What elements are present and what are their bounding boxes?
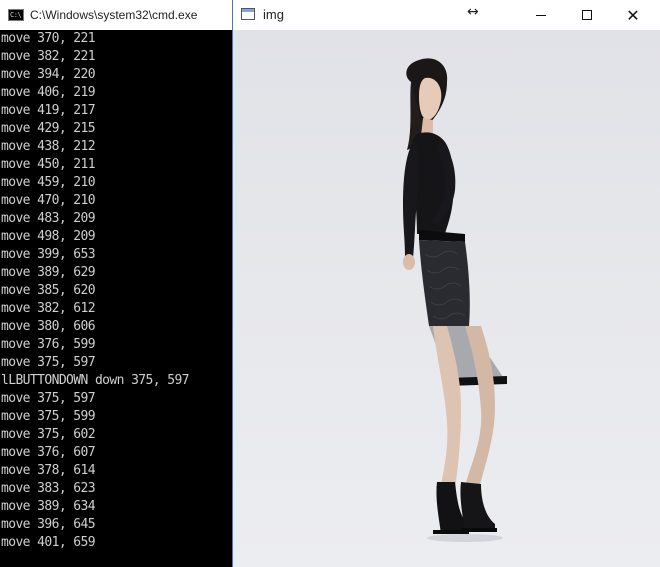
img-title-bar[interactable]: img ↔ ✕ [233, 0, 660, 30]
console-line: move 370, 221 [1, 31, 96, 46]
console-line: move 375, 597 [1, 391, 96, 406]
img-window-title: img [263, 7, 284, 22]
console-line: move 438, 212 [1, 139, 96, 154]
close-button[interactable]: ✕ [610, 0, 656, 30]
console-line: move 382, 221 [1, 49, 96, 64]
console-line: move 376, 607 [1, 445, 96, 460]
console-line: move 389, 634 [1, 499, 96, 514]
console-line: move 450, 211 [1, 157, 96, 172]
console-icon: C:\ [8, 9, 24, 21]
console-line: move 406, 219 [1, 85, 96, 100]
close-icon: ✕ [626, 5, 640, 25]
console-line: move 483, 209 [1, 211, 96, 226]
cmd-title-bar[interactable]: C:\ C:\Windows\system32\cmd.exe [0, 0, 232, 30]
console-line: move 419, 217 [1, 103, 96, 118]
maximize-icon [582, 10, 592, 20]
console-line: move 375, 599 [1, 409, 96, 424]
console-line: move 375, 597 [1, 355, 96, 370]
console-line: lLBUTTONDOWN down 375, 597 [1, 373, 190, 388]
minimize-button[interactable] [518, 0, 564, 30]
console-line: move 383, 623 [1, 481, 96, 496]
resize-horizontal-icon: ↔ [467, 4, 479, 20]
console-line: move 470, 210 [1, 193, 96, 208]
console-output: move 370, 221 move 382, 221 move 394, 220 m… [0, 30, 232, 552]
console-line: move 376, 599 [1, 337, 96, 352]
console-line: move 459, 210 [1, 175, 96, 190]
console-line: move 401, 659 [1, 535, 96, 550]
maximize-button[interactable] [564, 0, 610, 30]
console-line: move 378, 614 [1, 463, 96, 478]
image-canvas[interactable] [233, 30, 660, 567]
console-line: move 429, 215 [1, 121, 96, 136]
minimize-icon [536, 14, 546, 16]
window-icon [241, 8, 255, 20]
console-line: move 375, 602 [1, 427, 96, 442]
console-line: move 385, 620 [1, 283, 96, 298]
console-line: move 396, 645 [1, 517, 96, 532]
console-line: move 382, 612 [1, 301, 96, 316]
fashion-photo [403, 58, 507, 542]
console-line: move 380, 606 [1, 319, 96, 334]
img-window: img ↔ ✕ [232, 0, 660, 567]
console-line: move 399, 653 [1, 247, 96, 262]
console-line: move 394, 220 [1, 67, 96, 82]
console-line: move 498, 209 [1, 229, 96, 244]
cmd-window: C:\ C:\Windows\system32\cmd.exe move 370… [0, 0, 232, 567]
cmd-window-title: C:\Windows\system32\cmd.exe [30, 8, 198, 22]
console-line: move 389, 629 [1, 265, 96, 280]
